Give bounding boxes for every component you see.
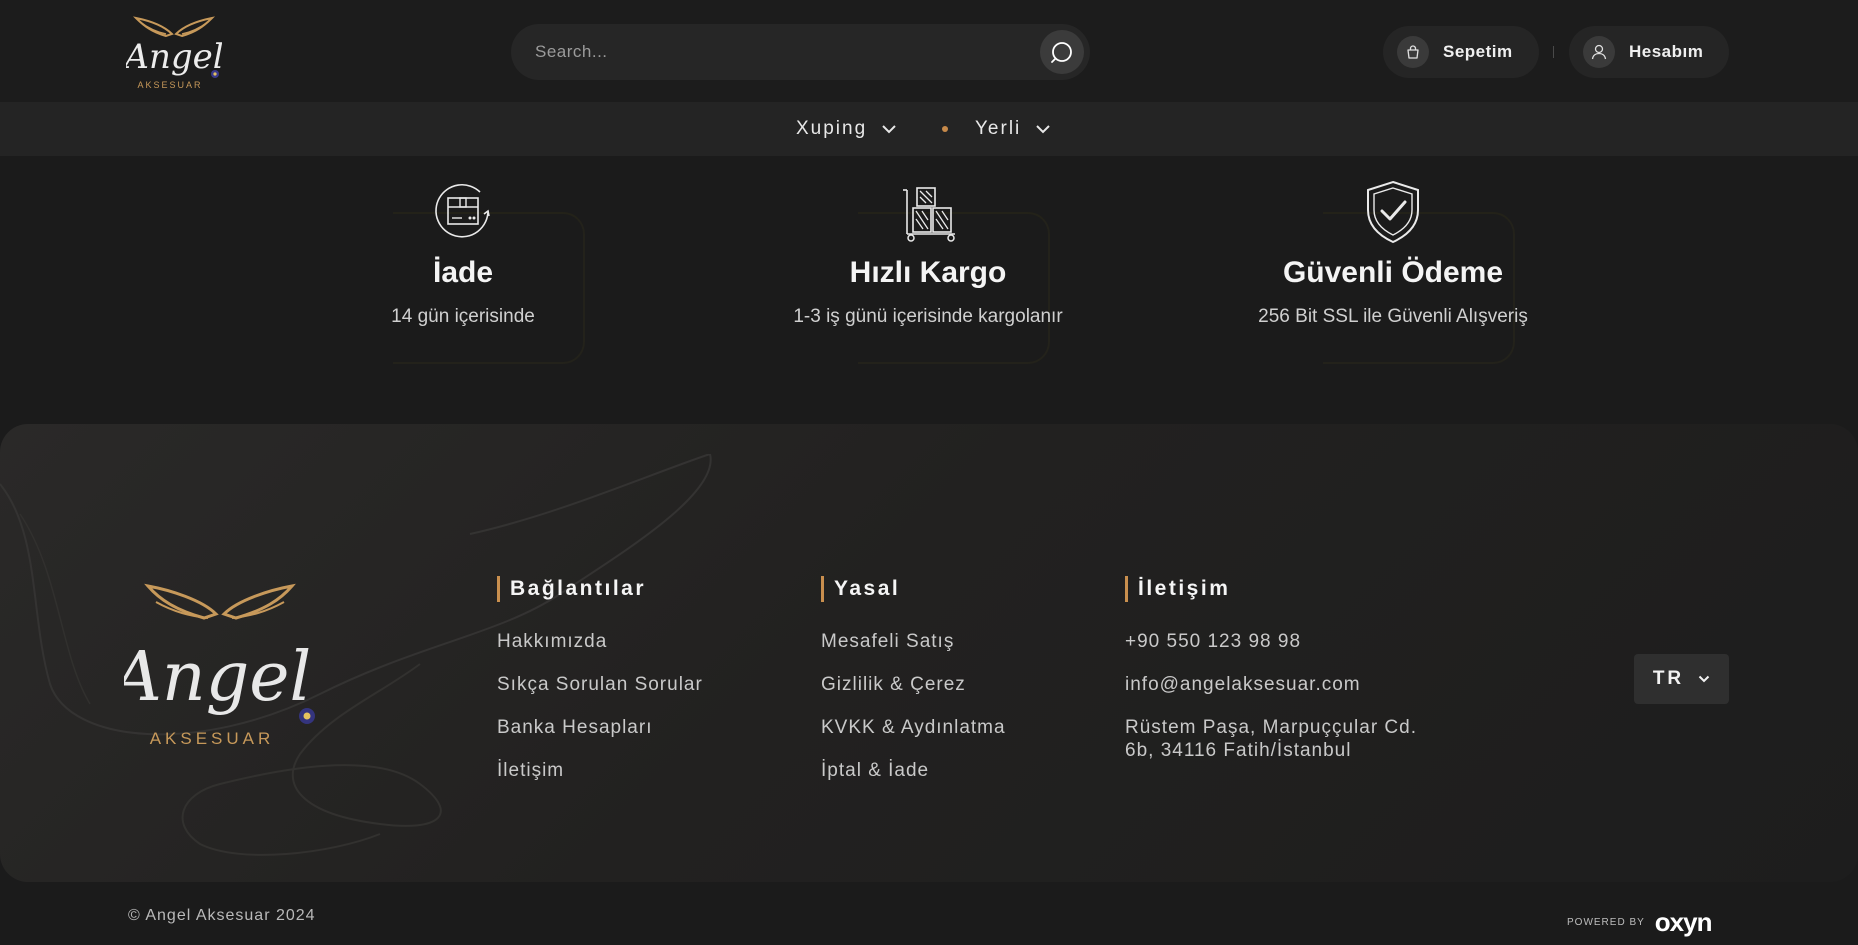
feature-secure-payment: Güvenli Ödeme 256 Bit SSL ile Güvenli Al…: [1243, 172, 1543, 372]
cart-label: Sepetim: [1443, 42, 1513, 61]
site-footer: Angel AKSESUAR Bağlantılar Hakkımızda Sı…: [0, 424, 1858, 882]
feature-title: İade: [432, 256, 494, 289]
accent-bar: [821, 576, 824, 602]
nav-item-label: Yerli: [975, 118, 1022, 139]
account-label: Hesabım: [1629, 42, 1704, 61]
search-input[interactable]: [535, 24, 1015, 80]
shopping-bag-icon: [1407, 45, 1419, 59]
return-box-icon: [435, 183, 490, 238]
footer-col-title-contact: İletişim: [1125, 576, 1230, 602]
chevron-down-icon: [1036, 125, 1050, 134]
search-bar: [511, 24, 1090, 80]
footer-link-contact[interactable]: İletişim: [497, 760, 564, 782]
feature-title: Hızlı Kargo: [849, 256, 1007, 289]
shield-check-icon: [1367, 180, 1419, 244]
header-divider: [1553, 46, 1554, 58]
col-title-text: Bağlantılar: [510, 577, 647, 600]
chevron-down-icon: [1698, 675, 1710, 683]
search-icon: [1051, 42, 1072, 63]
logo-subtitle: AKSESUAR: [137, 80, 202, 90]
powered-by-label: POWERED BY: [1567, 917, 1645, 928]
col-title-text: İletişim: [1138, 577, 1231, 600]
footer-col-title-legal: Yasal: [821, 576, 900, 602]
footer-address-line-1: Rüstem Paşa, Marpuççular Cd.: [1125, 717, 1417, 738]
footer-link-about[interactable]: Hakkımızda: [497, 631, 607, 653]
feature-return: İade 14 gün içerisinde: [313, 172, 613, 372]
nav-item-label: Xuping: [796, 118, 868, 139]
footer-link-kvkk[interactable]: KVKK & Aydınlatma: [821, 717, 1006, 739]
site-header: Angel AKSESUAR Sepetim: [0, 0, 1858, 102]
footer-link-bank-accounts[interactable]: Banka Hesapları: [497, 717, 652, 739]
oxyn-logo: oxyn: [1654, 907, 1713, 937]
feature-subtitle: 256 Bit SSL ile Güvenli Alışveriş: [1258, 306, 1528, 327]
user-icon: [1591, 44, 1607, 60]
col-title-text: Yasal: [834, 577, 901, 600]
footer-phone-link[interactable]: +90 550 123 98 98: [1125, 631, 1301, 653]
footer-logo[interactable]: Angel AKSESUAR: [107, 576, 324, 756]
language-select[interactable]: TR: [1634, 654, 1729, 704]
powered-by[interactable]: POWERED BY oxyn: [1567, 907, 1713, 938]
copyright-text: © Angel Aksesuar 2024: [128, 907, 316, 924]
footer-link-cancel-return[interactable]: İptal & İade: [821, 760, 929, 782]
cart-button[interactable]: Sepetim: [1383, 26, 1539, 78]
wing-watermark: [0, 454, 712, 856]
footer-link-faq[interactable]: Sıkça Sorulan Sorular: [497, 674, 703, 696]
feature-subtitle: 14 gün içerisinde: [391, 306, 535, 327]
feature-title: Güvenli Ödeme: [1282, 256, 1504, 289]
nav-item-xuping[interactable]: Xuping: [796, 102, 897, 156]
footer-link-privacy[interactable]: Gizlilik & Çerez: [821, 674, 966, 696]
chevron-down-icon: [882, 125, 896, 134]
cargo-boxes-icon: [903, 187, 955, 242]
account-button[interactable]: Hesabım: [1569, 26, 1729, 78]
footer-logo-subtitle: AKSESUAR: [150, 729, 275, 748]
footer-col-title-links: Bağlantılar: [497, 576, 646, 602]
footer-logo-wordmark: Angel: [124, 638, 311, 717]
nav-item-yerli[interactable]: Yerli: [975, 102, 1051, 156]
category-nav: Xuping Yerli: [0, 102, 1858, 156]
footer-address-line-2: 6b, 34116 Fatih/İstanbul: [1125, 740, 1352, 761]
language-value: TR: [1652, 668, 1685, 689]
logo-wordmark: Angel: [126, 37, 222, 77]
site-logo[interactable]: Angel AKSESUAR: [121, 8, 224, 92]
feature-subtitle: 1-3 iş günü içerisinde kargolanır: [793, 306, 1063, 327]
feature-fast-cargo: Hızlı Kargo 1-3 iş günü içerisinde kargo…: [778, 172, 1078, 372]
footer-email-link[interactable]: info@angelaksesuar.com: [1125, 674, 1361, 696]
search-button[interactable]: [1040, 30, 1084, 74]
accent-bar: [1125, 576, 1128, 602]
footer-link-distance-sales[interactable]: Mesafeli Satış: [821, 631, 954, 653]
accent-bar: [497, 576, 500, 602]
nav-separator-dot: [942, 126, 948, 132]
